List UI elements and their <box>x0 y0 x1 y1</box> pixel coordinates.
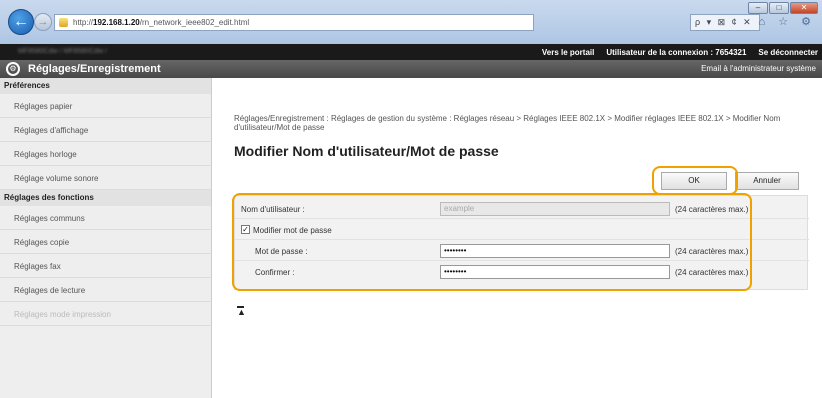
sidebar-item-copy[interactable]: Réglages copie <box>0 230 211 254</box>
sidebar-section-functions: Réglages des fonctions <box>0 190 211 206</box>
password-row: Mot de passe : •••••••• (24 caractères m… <box>235 242 809 261</box>
username-hint: (24 caractères max.) <box>675 205 749 214</box>
username-field: example <box>440 202 670 216</box>
top-bar: MF8580Cdw / MF8580Cdw / Vers le portail … <box>0 44 822 60</box>
sidebar-item-volume[interactable]: Réglage volume sonore <box>0 166 211 190</box>
change-password-checkbox[interactable]: ✓ <box>241 225 250 234</box>
main-content: Réglages/Enregistrement : Réglages de ge… <box>212 78 822 398</box>
scroll-to-top-icon[interactable]: ▲ <box>237 306 246 317</box>
sidebar-item-paper[interactable]: Réglages papier <box>0 94 211 118</box>
confirm-field[interactable]: •••••••• <box>440 265 670 279</box>
home-favorites-settings-icons[interactable]: ⌂ ☆ ⚙ <box>759 15 816 28</box>
username-label: Nom d'utilisateur : <box>241 205 305 214</box>
sidebar-item-fax[interactable]: Réglages fax <box>0 254 211 278</box>
page-icon <box>59 18 68 27</box>
forward-arrow-icon[interactable]: → <box>34 13 52 31</box>
confirm-label: Confirmer : <box>255 268 295 277</box>
credentials-form: Nom d'utilisateur : example (24 caractèr… <box>234 195 809 290</box>
sidebar-section-preferences: Préférences <box>0 78 211 94</box>
window-controls: – □ ✕ <box>748 2 818 14</box>
search-refresh-stop-icons[interactable]: ρ ▾ ⊠ ¢ ✕ <box>690 14 760 31</box>
login-user-label: Utilisateur de la connexion : 7654321 <box>606 47 747 57</box>
sidebar-item-display[interactable]: Réglages d'affichage <box>0 118 211 142</box>
minimize-button[interactable]: – <box>748 2 768 14</box>
cancel-button[interactable]: Annuler <box>735 172 799 190</box>
maximize-button[interactable]: □ <box>769 2 789 14</box>
confirm-row: Confirmer : •••••••• (24 caractères max.… <box>235 263 809 282</box>
url-host: 192.168.1.20 <box>93 18 140 27</box>
sidebar-item-common[interactable]: Réglages communs <box>0 206 211 230</box>
confirm-hint: (24 caractères max.) <box>675 268 749 277</box>
password-field[interactable]: •••••••• <box>440 244 670 258</box>
password-hint: (24 caractères max.) <box>675 247 749 256</box>
url-path: /rn_network_ieee802_edit.html <box>139 18 250 27</box>
change-password-row: ✓ Modifier mot de passe <box>235 221 809 240</box>
page-header: ⚙ Réglages/Enregistrement Email à l'admi… <box>0 60 822 78</box>
email-admin-link[interactable]: Email à l'administrateur système <box>701 64 816 73</box>
username-row: Nom d'utilisateur : example (24 caractèr… <box>235 200 809 219</box>
change-password-label[interactable]: Modifier mot de passe <box>253 226 332 235</box>
url-prefix: http:// <box>73 18 94 27</box>
address-bar[interactable]: http://192.168.1.20/rn_network_ieee802_e… <box>54 14 534 31</box>
sidebar-item-scan[interactable]: Réglages de lecture <box>0 278 211 302</box>
login-user-value: 7654321 <box>715 47 747 57</box>
page-title: Modifier Nom d'utilisateur/Mot de passe <box>234 143 499 159</box>
sidebar-item-clock[interactable]: Réglages horloge <box>0 142 211 166</box>
back-arrow-icon[interactable]: ← <box>8 9 34 35</box>
sidebar: Préférences Réglages papier Réglages d'a… <box>0 78 212 398</box>
ok-button[interactable]: OK <box>661 172 727 190</box>
logout-link[interactable]: Se déconnecter <box>758 48 818 57</box>
portal-link[interactable]: Vers le portail <box>542 48 594 57</box>
breadcrumb: Réglages/Enregistrement : Réglages de ge… <box>234 114 781 132</box>
sidebar-item-print[interactable]: Réglages mode impression <box>0 302 211 326</box>
close-window-button[interactable]: ✕ <box>790 2 818 14</box>
device-name: MF8580Cdw / MF8580Cdw / <box>18 48 108 55</box>
password-label: Mot de passe : <box>255 247 308 256</box>
header-title: Réglages/Enregistrement <box>28 63 161 75</box>
browser-chrome: – □ ✕ ← → http://192.168.1.20/rn_network… <box>0 0 822 44</box>
settings-gear-icon: ⚙ <box>6 62 20 76</box>
